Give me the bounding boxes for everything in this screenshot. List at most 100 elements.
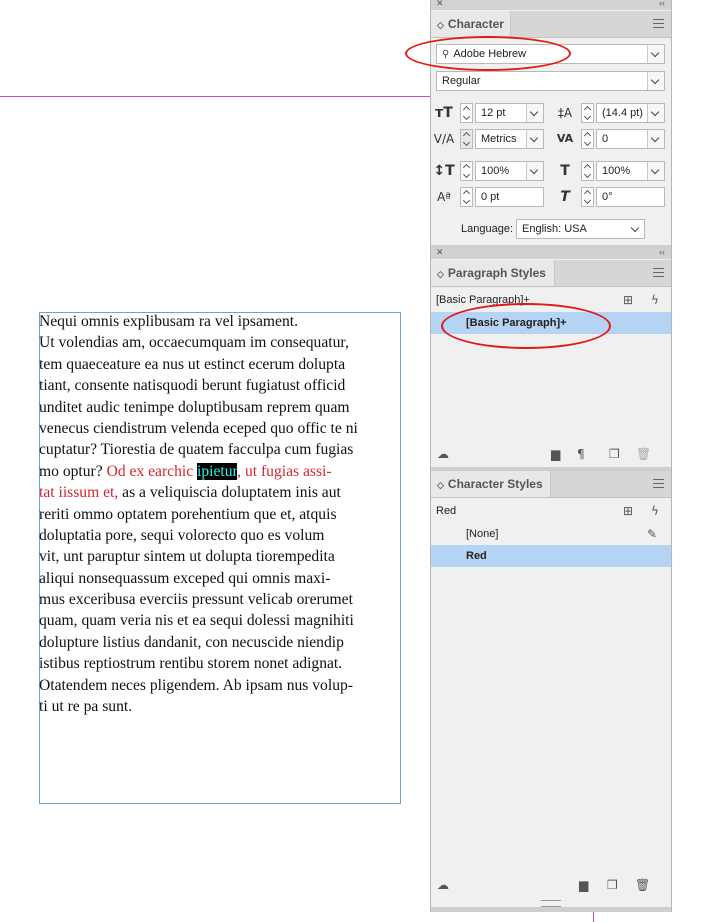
folder-icon[interactable]: ▆ (551, 447, 560, 461)
chevron-down-icon[interactable] (647, 162, 664, 180)
kerning-field[interactable]: Metrics (475, 129, 544, 149)
vertical-scale-stepper[interactable] (460, 161, 473, 181)
panel-tab-row: ◇ Character Styles (431, 471, 671, 498)
red-styled-text: Od ex earchic (106, 462, 198, 480)
skew-stepper[interactable] (581, 187, 594, 207)
tracking-field[interactable]: 0 (596, 129, 665, 149)
expand-arrows-icon[interactable]: ◇ (437, 480, 444, 490)
story-line: ti ut re pa sunt. (39, 698, 133, 716)
leading-field[interactable]: (14.4 pt) (596, 103, 665, 123)
chevron-down-icon[interactable] (526, 162, 543, 180)
story-line: quam, quam veria nis et ea sequi dolessi… (39, 612, 354, 630)
panel-footer: ☁ ▆ ❐ 🗑 (431, 876, 671, 898)
language-dropdown[interactable]: English: USA (516, 219, 645, 239)
selected-text[interactable]: ipietur (197, 462, 238, 480)
folder-icon[interactable]: ▆ (579, 878, 588, 892)
new-style-icon[interactable]: ❐ (607, 878, 618, 892)
language-value: English: USA (522, 223, 587, 235)
vertical-scale-field[interactable]: 100% (475, 161, 544, 181)
expand-arrows-icon[interactable]: ◇ (437, 20, 444, 30)
panel-footer: ☁ ▆ ¶ ❐ 🗑 (431, 445, 671, 467)
story-line: dolupture listius dandanit, con necuscid… (39, 633, 344, 651)
story-line: Otatendem neces pligendem. Ab ipsam nus … (39, 676, 353, 694)
close-icon[interactable]: ✕ (436, 0, 444, 9)
story-line: reriti ommo optatem porehentium que et, … (39, 505, 337, 523)
panel-title-bar: ✕ ‹‹ (431, 0, 671, 10)
panel-menu-icon[interactable] (653, 19, 664, 28)
panel-title-bar: ✕ ‹‹ (431, 247, 671, 259)
baseline-shift-stepper[interactable] (460, 187, 473, 207)
vertical-scale-icon: ↕T (433, 163, 455, 179)
chevron-down-icon[interactable] (526, 104, 543, 122)
leading-stepper[interactable] (581, 103, 594, 123)
kerning-stepper[interactable] (460, 129, 473, 149)
font-style-dropdown[interactable]: Regular (436, 71, 665, 91)
skew-icon: T (560, 189, 570, 205)
tab-paragraph-styles[interactable]: ◇ Paragraph Styles (431, 260, 555, 286)
story-line: venecus ciendistrum velenda eceped quo o… (39, 419, 358, 437)
tracking-stepper[interactable] (581, 129, 594, 149)
skew-field[interactable]: 0° (596, 187, 665, 207)
tab-character[interactable]: ◇ Character (431, 11, 511, 37)
trash-icon[interactable]: 🗑 (635, 878, 650, 892)
tab-label: Character (447, 17, 504, 31)
new-style-from-selection-icon[interactable]: ⊞ (623, 500, 633, 522)
pencil-cross-icon: ✎ (647, 527, 658, 541)
panel-tab-row: ◇ Paragraph Styles (431, 260, 671, 287)
story-line: istibus reptiostrum rentibu storem nonet… (39, 655, 343, 673)
list-item-red[interactable]: Red (431, 545, 671, 567)
story-line: doluptatia pore, sequi volorecto quo es … (39, 526, 325, 544)
chevron-down-icon[interactable] (526, 130, 543, 148)
list-item-none[interactable]: [None] ✎ (431, 523, 671, 545)
font-size-field[interactable]: 12 pt (475, 103, 544, 123)
story-text[interactable]: Nequi omnis explibusam ra vel ipsament. … (39, 311, 405, 717)
chevron-down-icon[interactable] (647, 72, 664, 90)
baseline-shift-field[interactable]: 0 pt (475, 187, 544, 207)
chevron-down-icon[interactable] (647, 130, 664, 148)
cloud-library-icon[interactable]: ☁ (437, 447, 449, 461)
current-style-label: Red (436, 505, 457, 517)
leading-value: (14.4 pt) (602, 107, 643, 119)
panel-tab-row: ◇ Character (431, 11, 671, 38)
story-line: tat iissum et, as a veliquiscia doluptat… (39, 482, 405, 503)
collapse-icon[interactable]: ‹‹ (659, 0, 665, 8)
horizontal-scale-field[interactable]: 100% (596, 161, 665, 181)
lightning-icon[interactable]: ϟ (651, 289, 659, 311)
lightning-icon[interactable]: ϟ (651, 500, 659, 522)
chevron-down-icon[interactable] (628, 220, 644, 238)
plain-text-run: mo optur? (39, 462, 107, 480)
story-line: cuptatur? Tiorestia de quatem facculpa c… (39, 441, 354, 459)
horizontal-scale-value: 100% (602, 165, 631, 177)
tab-character-styles[interactable]: ◇ Character Styles (431, 471, 551, 497)
new-style-from-selection-icon[interactable]: ⊞ (623, 289, 633, 311)
tab-label: Paragraph Styles (447, 266, 546, 280)
style-name: Red (466, 550, 487, 562)
panel-menu-icon[interactable] (653, 268, 664, 277)
close-icon[interactable]: ✕ (436, 247, 444, 258)
tab-label: Character Styles (447, 477, 543, 491)
horizontal-scale-icon: T (560, 163, 570, 179)
resize-grip[interactable] (541, 900, 561, 907)
font-size-stepper[interactable] (460, 103, 473, 123)
new-style-icon[interactable]: ❐ (609, 447, 620, 461)
skew-value: 0° (602, 191, 613, 203)
cloud-library-icon[interactable]: ☁ (437, 878, 449, 892)
kerning-icon: V/A (433, 132, 455, 146)
chevron-down-icon[interactable] (647, 104, 664, 122)
expand-arrows-icon[interactable]: ◇ (437, 269, 444, 279)
baseline-shift-icon: Aª (437, 190, 451, 204)
clear-overrides-icon[interactable]: ¶ (577, 447, 585, 461)
chevron-down-icon[interactable] (647, 45, 664, 63)
trash-icon[interactable]: 🗑 (636, 447, 651, 461)
horizontal-scale-stepper[interactable] (581, 161, 594, 181)
tracking-value: 0 (602, 133, 609, 145)
story-line: tiant, consente natisquodi berunt fugiat… (39, 377, 346, 395)
language-label: Language: (461, 223, 513, 235)
story-line: mus exceribusa everciis pressunt velicab… (39, 591, 353, 609)
red-styled-text: , ut fugias assi- (237, 462, 332, 480)
vertical-scale-value: 100% (481, 165, 510, 177)
collapse-icon[interactable]: ‹‹ (659, 247, 665, 257)
panel-menu-icon[interactable] (653, 479, 664, 488)
font-size-value: 12 pt (481, 107, 506, 119)
annotation-circle (405, 36, 571, 71)
